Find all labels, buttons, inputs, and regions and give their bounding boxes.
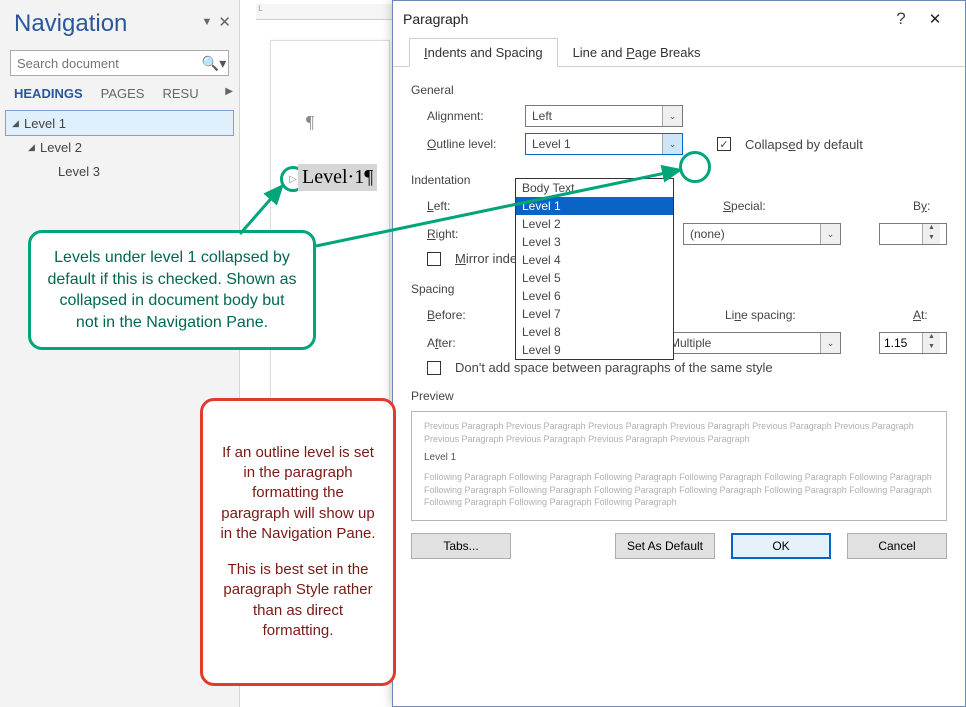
at-input[interactable] [880,333,922,353]
callout-red-p1: If an outline level is set in the paragr… [219,443,377,544]
tree-item-level3[interactable]: Level 3 [6,159,233,183]
tree-label: Level 1 [24,116,66,131]
spin-up-icon[interactable]: ▲ [923,333,940,343]
by-label: By:By: [913,199,947,213]
preview-box: Previous Paragraph Previous Paragraph Pr… [411,411,947,521]
tabs-button[interactable]: Tabs... [411,533,511,559]
caret-icon[interactable]: ◢ [12,118,24,129]
chevron-down-icon[interactable]: ⌄ [662,106,682,126]
chevron-down-icon[interactable]: ⌄ [662,134,682,154]
dropdown-option[interactable]: Level 8 [516,323,673,341]
before-label: Before:Before: [427,308,515,322]
dont-add-label: Don't add space between paragraphs of th… [455,360,773,375]
special-value: (none) [684,227,820,241]
collapsed-checkbox[interactable]: ✓ [717,137,731,151]
tab-indents-spacing[interactable]: IIndents and Spacingndents and Spacing [409,38,558,67]
linespacing-label: Line spacing:Line spacing: [725,308,817,322]
nav-tree: ◢Level 1 ◢Level 2 Level 3 [0,105,239,189]
search-icon[interactable]: 🔍▾ [199,51,228,75]
linespacing-combo[interactable]: Multiple⌄ [663,332,841,354]
nav-title: Navigation [0,2,141,42]
dont-add-checkbox[interactable] [427,361,441,375]
section-preview: Preview [411,389,947,403]
tab-line-page-breaks[interactable]: Line and Page BreaksLine and Page Breaks [558,38,716,67]
dropdown-option[interactable]: Level 6 [516,287,673,305]
spin-down-icon[interactable]: ▼ [923,343,940,353]
outline-level-value: Level 1 [526,137,662,151]
chevron-down-icon[interactable]: ⌄ [820,333,840,353]
special-combo[interactable]: (none)⌄ [683,223,841,245]
left-label: Left:Left: [427,199,515,213]
tree-label: Level 3 [58,164,100,179]
callout-red: If an outline level is set in the paragr… [200,398,396,686]
nav-close-icon[interactable]: ✕ [218,13,231,31]
set-default-button[interactable]: Set As Default [615,533,715,559]
dropdown-option[interactable]: Body Text [516,179,673,197]
nav-menu-icon[interactable]: ▼ [202,16,213,28]
ok-button[interactable]: OK [731,533,831,559]
paragraph-dialog: Paragraph ? ✕ IIndents and Spacingndents… [392,0,966,707]
dropdown-option[interactable]: Level 2 [516,215,673,233]
tabs-overflow-icon[interactable]: ▶ [225,86,233,97]
pilcrow-icon: ¶ [306,112,314,133]
dropdown-option[interactable]: Level 9 [516,341,673,359]
right-label: Right:Right: [427,227,515,241]
dropdown-option[interactable]: Level 5 [516,269,673,287]
section-general: General [411,83,947,97]
ruler: L [256,4,400,20]
spin-down-icon[interactable]: ▼ [923,234,940,244]
mirror-checkbox[interactable] [427,252,441,266]
search-input[interactable] [11,51,199,75]
at-label: At:At: [913,308,947,322]
outline-level-label: Outline level:Outline level: [427,137,515,151]
section-indentation: Indentation [411,173,947,187]
tree-item-level1[interactable]: ◢Level 1 [6,111,233,135]
preview-prev: Previous Paragraph Previous Paragraph Pr… [424,420,934,445]
tab-results[interactable]: RESU [162,86,198,101]
close-icon[interactable]: ✕ [915,10,955,28]
help-icon[interactable]: ? [887,9,915,29]
dropdown-option[interactable]: Level 1 [516,197,673,215]
tree-item-level2[interactable]: ◢Level 2 [6,135,233,159]
tree-label: Level 2 [40,140,82,155]
alignment-value: Left [526,109,662,123]
document-heading[interactable]: Level·1¶ [298,164,377,191]
alignment-combo[interactable]: Left⌄ [525,105,683,127]
tab-headings[interactable]: HEADINGS [14,86,83,101]
outline-level-combo[interactable]: Level 1⌄ [525,133,683,155]
callout-green: Levels under level 1 collapsed by defaul… [28,230,316,350]
by-input[interactable] [880,224,922,244]
dropdown-option[interactable]: Level 4 [516,251,673,269]
caret-icon[interactable]: ◢ [28,142,40,153]
special-label: Special:Special: [723,199,793,213]
preview-mid: Level 1 [424,451,934,465]
alignment-label: Alignment:Alignment: [427,109,515,123]
dropdown-option[interactable]: Level 3 [516,233,673,251]
outline-dropdown[interactable]: Body TextLevel 1Level 2Level 3Level 4Lev… [515,178,674,360]
by-spin[interactable]: ▲▼ [879,223,947,245]
spin-up-icon[interactable]: ▲ [923,224,940,234]
cancel-button[interactable]: Cancel [847,533,947,559]
collapsed-label: Collapsed by defaultCollapsed by default [745,137,863,152]
after-label: After:After: [427,336,515,350]
dialog-title: Paragraph [403,11,468,27]
linespacing-value: Multiple [664,336,820,350]
search-input-wrap[interactable]: 🔍▾ [10,50,229,76]
tab-pages[interactable]: PAGES [101,86,145,101]
mirror-label: Mirror indeMirror inde [455,251,517,266]
preview-next: Following Paragraph Following Paragraph … [424,471,934,509]
dropdown-option[interactable]: Level 7 [516,305,673,323]
callout-red-p2: This is best set in the paragraph Style … [219,560,377,641]
at-spin[interactable]: ▲▼ [879,332,947,354]
chevron-down-icon[interactable]: ⌄ [820,224,840,244]
section-spacing: Spacing [411,282,947,296]
